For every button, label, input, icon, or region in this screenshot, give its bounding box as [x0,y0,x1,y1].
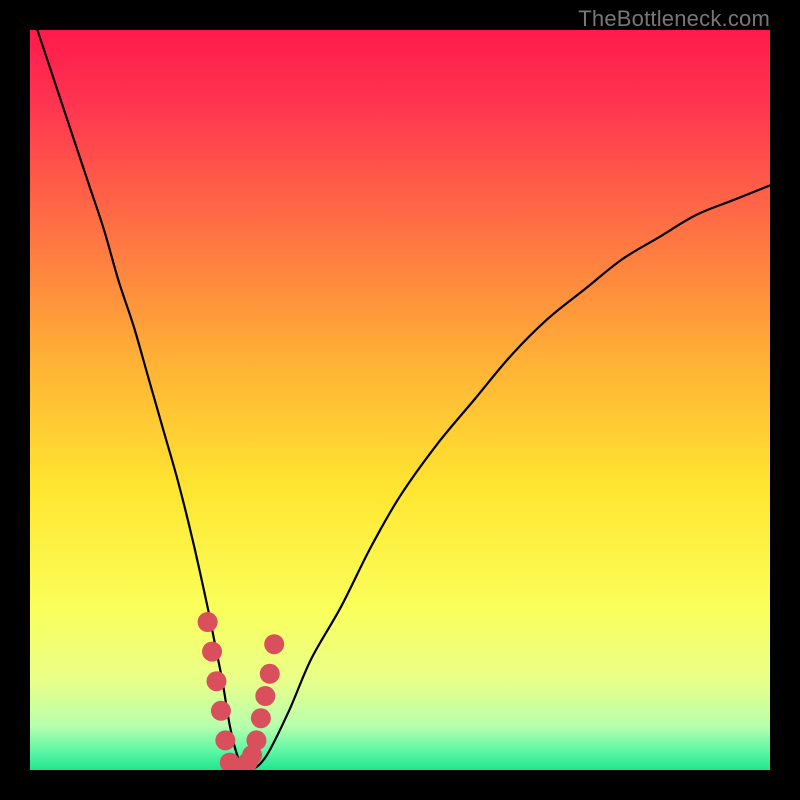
marker-dot [215,730,235,750]
marker-dot [255,686,275,706]
marker-dot [202,642,222,662]
bottleneck-curve [37,30,770,770]
chart-frame: TheBottleneck.com [0,0,800,800]
marker-dot [198,612,218,632]
marker-dot [251,708,271,728]
watermark-text: TheBottleneck.com [578,6,770,32]
marker-dot [264,634,284,654]
plot-area [30,30,770,770]
marker-dot [211,701,231,721]
curve-layer [30,30,770,770]
marker-dot [206,671,226,691]
marker-dot [246,730,266,750]
marker-dot [260,664,280,684]
